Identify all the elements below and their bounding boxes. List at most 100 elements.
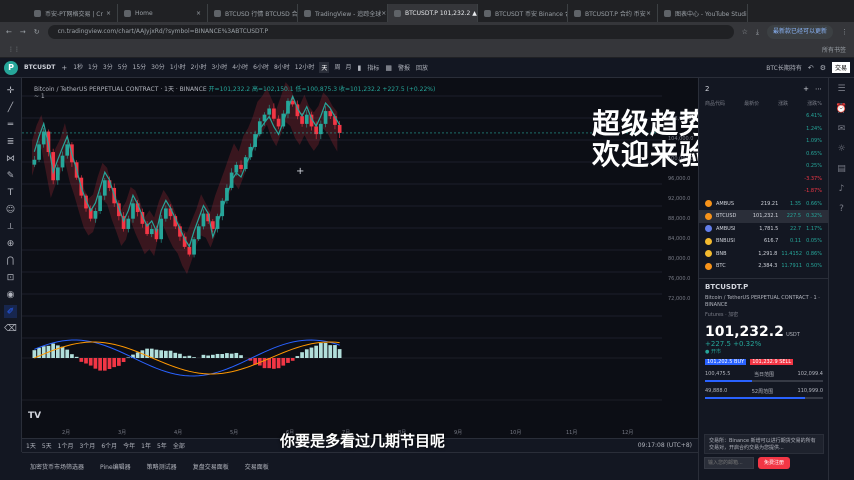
profile-button[interactable]: 最新款已经可以更新 xyxy=(766,25,833,39)
interval-15[interactable]: 月 xyxy=(345,62,351,73)
tab-close-icon[interactable]: × xyxy=(196,10,201,17)
watchlist-row[interactable]: 0.25% xyxy=(699,160,828,173)
text-icon[interactable]: T xyxy=(4,186,17,199)
watchlist-row[interactable]: 6.41% xyxy=(699,110,828,123)
browser-tab[interactable]: BTCUSDT.P 合约 币安 × xyxy=(568,4,658,22)
browser-tab[interactable]: BTCUSDT 币安 Binance 合约× xyxy=(478,4,568,22)
range-6[interactable]: 1年 xyxy=(141,441,151,450)
interval-10[interactable]: 6小时 xyxy=(253,62,269,73)
interval-12[interactable]: 12小时 xyxy=(295,62,315,73)
browser-tab[interactable]: BTCUSD 行情 BTCUSD 合约× xyxy=(208,4,298,22)
legend-symbol[interactable]: Bitcoin / TetherUS PERPETUAL CONTRACT · … xyxy=(34,86,207,93)
range-4[interactable]: 6个月 xyxy=(101,441,117,450)
watchlist-row[interactable]: 0.65% xyxy=(699,148,828,161)
back-icon[interactable]: ← xyxy=(6,28,12,36)
browser-tab[interactable]: TradingView - 追踪全球 × xyxy=(298,4,388,22)
more-icon[interactable]: ⋯ xyxy=(815,85,822,93)
trendline-icon[interactable]: ╱ xyxy=(4,101,17,114)
watchlist-row[interactable]: -1.87% xyxy=(699,185,828,198)
range-1[interactable]: 5天 xyxy=(42,441,52,450)
ruler-icon[interactable]: ⟂ xyxy=(4,220,17,233)
interval-9[interactable]: 4小时 xyxy=(232,62,248,73)
reload-icon[interactable]: ↻ xyxy=(34,28,40,36)
watchlist-icon[interactable]: ☰ xyxy=(837,84,845,94)
email-input[interactable] xyxy=(704,457,754,469)
watchlist-row[interactable]: BNBUSI 616.7 0.11 0.05% xyxy=(699,235,828,248)
trade-button[interactable]: 交易 xyxy=(831,62,850,73)
bottom-tab-2[interactable]: 策略测试器 xyxy=(147,462,177,471)
notification-icon[interactable]: ♪ xyxy=(839,184,845,194)
alarm-icon[interactable]: ⏰ xyxy=(836,104,847,114)
brush-icon[interactable]: ✎ xyxy=(4,169,17,182)
interval-5[interactable]: 30分 xyxy=(151,62,165,73)
browser-tab[interactable]: 图表中心 - YouTube Studio× xyxy=(658,4,748,22)
alert-button[interactable]: 警报 xyxy=(398,63,410,72)
interval-4[interactable]: 15分 xyxy=(133,62,147,73)
emoji-icon[interactable]: ☺ xyxy=(4,203,17,216)
interval-7[interactable]: 2小时 xyxy=(191,62,207,73)
ideas-icon[interactable]: ☼ xyxy=(837,144,845,154)
tab-close-icon[interactable]: × xyxy=(646,10,651,17)
chat-icon[interactable]: ✉ xyxy=(838,124,846,134)
bottom-tab-0[interactable]: 加密货币市场筛选器 xyxy=(30,462,84,471)
eye-icon[interactable]: ◉ xyxy=(4,288,17,301)
help-icon[interactable]: ? xyxy=(839,204,844,214)
watchlist-row[interactable]: -3.37% xyxy=(699,173,828,186)
add-symbol-icon[interactable]: + xyxy=(61,64,67,72)
forward-icon[interactable]: → xyxy=(20,28,26,36)
interval-2[interactable]: 3分 xyxy=(103,62,113,73)
interval-11[interactable]: 8小时 xyxy=(274,62,290,73)
buy-badge[interactable]: 101,202.5 BUY xyxy=(705,359,747,365)
interval-6[interactable]: 1小时 xyxy=(170,62,186,73)
tab-close-icon[interactable]: × xyxy=(106,10,111,17)
lock-icon[interactable]: ⊡ xyxy=(4,271,17,284)
tab-close-icon[interactable]: × xyxy=(381,10,386,17)
signup-button[interactable]: 免费注册 xyxy=(758,457,791,469)
legend-indicator[interactable]: ~ 1 xyxy=(34,93,435,100)
watchlist-row[interactable]: BTC 2,384.3 11.7911 0.50% xyxy=(699,260,828,273)
interval-3[interactable]: 5分 xyxy=(118,62,128,73)
interval-14[interactable]: 周 xyxy=(334,62,340,73)
interval-13[interactable]: 天 xyxy=(319,62,330,73)
browser-tab[interactable]: BTCUSDT.P 101,232.2 ▲0.32%× xyxy=(388,4,478,22)
star-icon[interactable]: ☆ xyxy=(742,28,748,36)
tradingview-logo[interactable]: P xyxy=(4,60,18,75)
settings-icon[interactable]: ⚙ xyxy=(820,64,826,72)
column-header[interactable]: 涨跌% xyxy=(807,100,822,110)
range-0[interactable]: 1天 xyxy=(26,441,36,450)
layout-icon[interactable]: ▦ xyxy=(385,64,392,72)
drawing-mode-icon[interactable]: ✐ xyxy=(4,305,17,318)
watchlist-title[interactable]: 2 xyxy=(705,85,709,93)
details-symbol[interactable]: BTCUSDT.P xyxy=(705,283,823,291)
bottom-tab-4[interactable]: 交易面板 xyxy=(245,462,269,471)
chart-type-icon[interactable]: ▮ xyxy=(357,64,361,72)
notification-banner[interactable]: 交易所：Binance 新增可以进行期货交易的所有交易对，开启合约交易为您提供.… xyxy=(704,434,824,454)
watchlist-row[interactable]: AMBUSI 1,781.5 22.7 1.17% xyxy=(699,223,828,236)
interval-1[interactable]: 1分 xyxy=(88,62,98,73)
browser-tab[interactable]: Home × xyxy=(118,4,208,22)
menu-icon[interactable]: ⋮ xyxy=(841,28,848,36)
apps-icon[interactable]: ⋮⋮ xyxy=(8,46,20,53)
interval-0[interactable]: 1秒 xyxy=(73,62,83,73)
fib-icon[interactable]: ≣ xyxy=(4,135,17,148)
range-8[interactable]: 全部 xyxy=(173,441,185,450)
add-icon[interactable]: + xyxy=(803,85,809,93)
range-5[interactable]: 今年 xyxy=(123,441,135,450)
horizontal-line-icon[interactable]: ═ xyxy=(4,118,17,131)
column-header[interactable]: 涨跌 xyxy=(778,100,788,110)
download-icon[interactable]: ⤓ xyxy=(756,28,759,37)
watchlist-row[interactable]: 1.24% xyxy=(699,123,828,136)
column-header[interactable]: 商品代码 xyxy=(705,100,725,110)
watchlist-row[interactable]: BNB 1,291.8 11.4152 0.86% xyxy=(699,248,828,261)
sell-badge[interactable]: 101,232.9 SELL xyxy=(750,359,794,365)
replay-button[interactable]: 回放 xyxy=(416,63,428,72)
range-7[interactable]: 5年 xyxy=(157,441,167,450)
clock[interactable]: 09:17:08 (UTC+8) xyxy=(638,442,692,449)
browser-tab[interactable]: 币安-PT网格交易 | Cr × xyxy=(28,4,118,22)
all-bookmarks-link[interactable]: 所有书签 xyxy=(822,45,846,54)
column-header[interactable]: 最新价 xyxy=(744,100,759,110)
calendar-icon[interactable]: ▤ xyxy=(837,164,846,174)
account-name[interactable]: BTC长期持有 xyxy=(766,63,802,72)
range-2[interactable]: 1个月 xyxy=(58,441,74,450)
watchlist-row[interactable]: AMBUS 219.21 1.35 0.66% xyxy=(699,198,828,211)
